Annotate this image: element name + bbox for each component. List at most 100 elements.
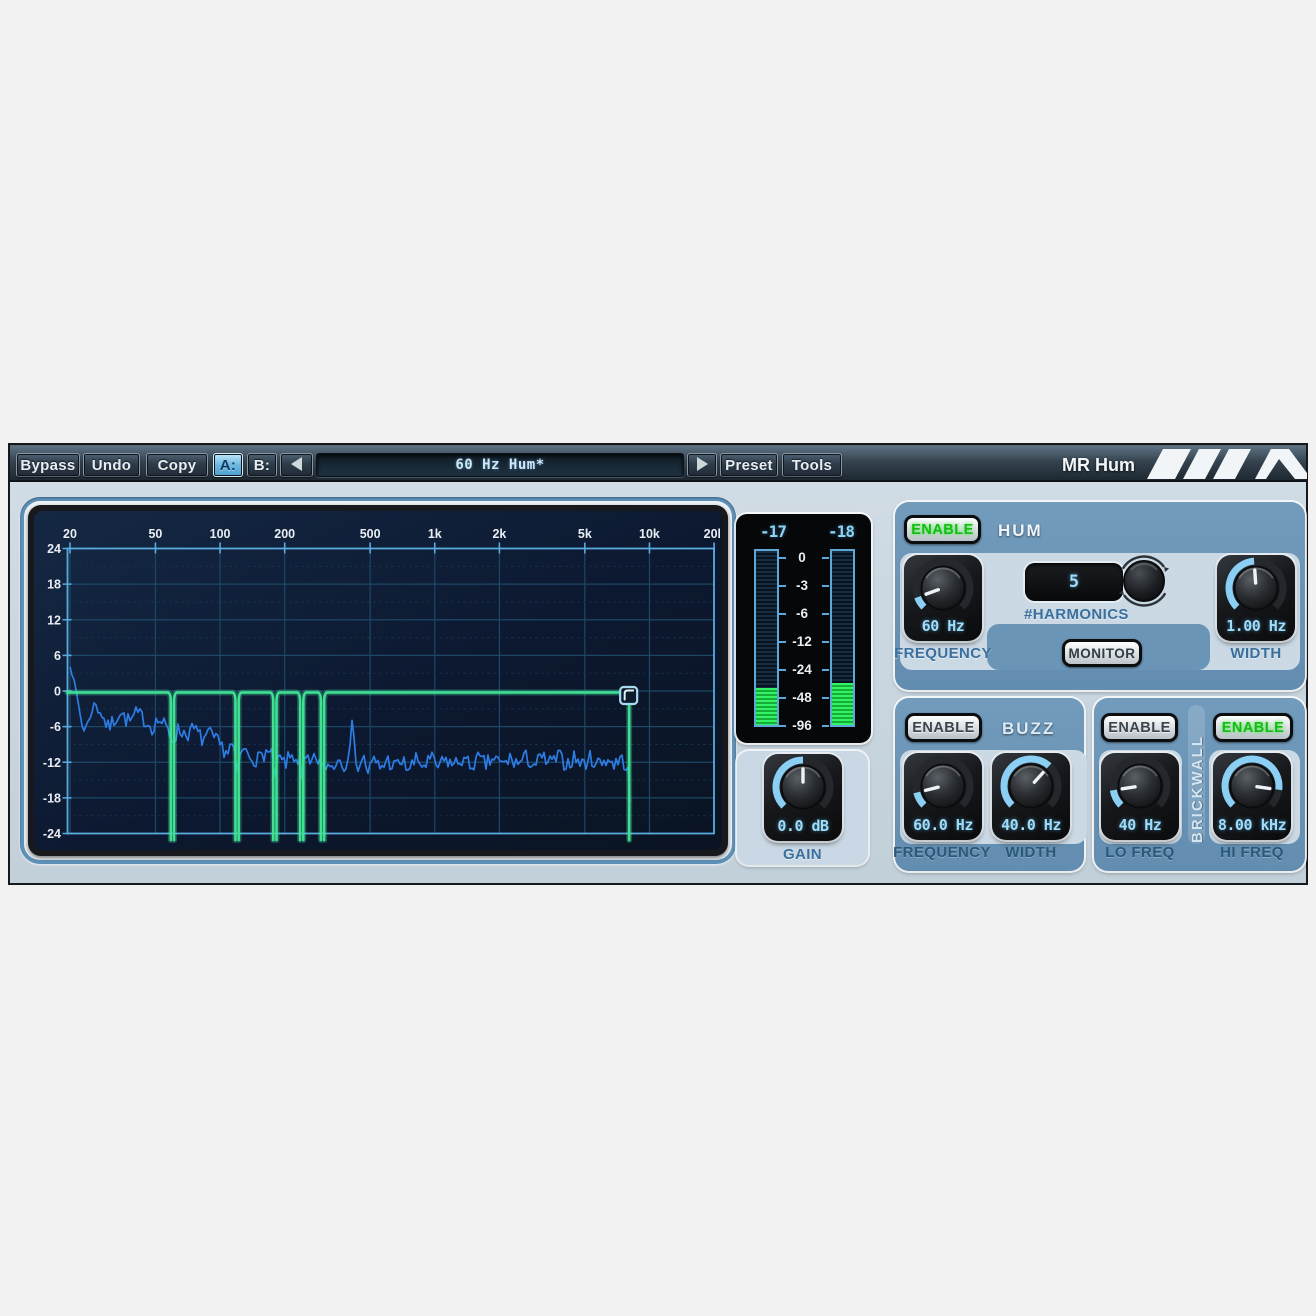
meter-tick-right [822,585,829,587]
undo-button[interactable]: Undo [83,453,140,477]
harmonics-spinner[interactable] [1116,554,1172,610]
brickwall-hi-freq-tile[interactable]: 8.00 kHz [1213,753,1291,840]
harmonics-display[interactable]: 5 [1025,563,1123,601]
brickwall-title: BRICKWALL [1189,707,1206,843]
hum-frequency-value: 60 Hz [904,617,982,635]
copy-button[interactable]: Copy [146,453,208,477]
hum-width-label: WIDTH [1206,645,1306,662]
preset-name: 60 Hz Hum* [455,457,544,473]
hum-width-knob[interactable] [1217,557,1295,615]
meter-scale-label: -3 [782,578,822,593]
meter-scale-label: -48 [782,690,822,705]
buzz-title: BUZZ [1002,719,1055,739]
meter-left [754,549,779,727]
svg-text:12: 12 [47,613,61,627]
meter-tick-right [822,697,829,699]
svg-text:18: 18 [47,578,61,592]
graph-frame: 20501002005001k2k5k10k20k24181260-6-12-1… [24,501,732,860]
hum-frequency-label: FREQUENCY [893,645,993,662]
tools-menu-button[interactable]: Tools [782,453,842,477]
hum-width-tile[interactable]: 1.00 Hz [1217,555,1295,641]
meter-scale-label: -96 [782,718,822,733]
meter-right-fill [832,683,853,725]
brickwall-lo-enable-button[interactable]: ENABLE [1101,713,1178,742]
prev-preset-button[interactable] [280,453,313,477]
buzz-enable-button[interactable]: ENABLE [905,713,982,742]
hum-width-value: 1.00 Hz [1217,617,1295,635]
bypass-button[interactable]: Bypass [16,453,80,477]
svg-text:20k: 20k [704,527,720,541]
svg-text:-12: -12 [43,756,61,770]
svg-text:200: 200 [274,527,295,541]
meter-left-fill [756,688,777,725]
svg-text:0: 0 [54,685,61,699]
graph-bezel: 20501002005001k2k5k10k20k24181260-6-12-1… [28,505,728,856]
buzz-frequency-knob[interactable] [904,755,982,813]
meter-tick-left [779,641,786,643]
ab-a-button[interactable]: A: [213,453,243,477]
svg-text:5k: 5k [578,527,592,541]
buzz-width-value: 40.0 Hz [992,816,1070,834]
meter-scale-label: 0 [782,550,822,565]
meter-tick-right [822,557,829,559]
hum-title: HUM [998,521,1043,541]
buzz-frequency-value: 60.0 Hz [904,816,982,834]
wave-arts-logo [1147,449,1307,479]
meter-tick-left [779,725,786,727]
meter-tick-right [822,725,829,727]
brickwall-hi-enable-label: ENABLE [1216,716,1290,739]
meter-tick-left [779,697,786,699]
meter-tick-right [822,669,829,671]
app-title: MR Hum [1010,453,1135,477]
gain-knob[interactable] [764,756,842,814]
buzz-enable-label: ENABLE [908,716,979,739]
gain-label: GAIN [737,846,868,863]
svg-text:-24: -24 [43,827,61,841]
brickwall-lo-enable-label: ENABLE [1104,716,1175,739]
svg-text:-6: -6 [50,720,61,734]
brickwall-lo-freq-label: LO FREQ [1090,844,1190,861]
brickwall-hi-enable-button[interactable]: ENABLE [1213,713,1293,742]
meter-tick-left [779,613,786,615]
preset-menu-button[interactable]: Preset [720,453,778,477]
meter-scale-label: -24 [782,662,822,677]
monitor-button[interactable]: MONITOR [1062,639,1142,667]
buzz-width-tile[interactable]: 40.0 Hz [992,753,1070,840]
hum-frequency-tile[interactable]: 60 Hz [904,555,982,641]
meter-value-right: -18 [811,522,871,541]
brickwall-lo-freq-knob[interactable] [1101,755,1179,813]
brickwall-lo-freq-tile[interactable]: 40 Hz [1101,753,1179,840]
brickwall-hi-freq-knob[interactable] [1213,755,1291,813]
svg-text:20: 20 [63,527,77,541]
meter-right [830,549,855,727]
spectrum-graph[interactable]: 20501002005001k2k5k10k20k24181260-6-12-1… [34,511,720,850]
graph-viewport[interactable]: 20501002005001k2k5k10k20k24181260-6-12-1… [34,511,722,850]
svg-text:2k: 2k [492,527,506,541]
hum-enable-label: ENABLE [907,518,978,541]
left-arrow-icon [291,457,302,471]
buzz-width-label: WIDTH [981,844,1081,861]
hum-frequency-knob[interactable] [904,557,982,615]
next-preset-button[interactable] [687,453,717,477]
preset-display[interactable]: 60 Hz Hum* [316,453,684,477]
buzz-frequency-tile[interactable]: 60.0 Hz [904,753,982,840]
meter-tick-left [779,669,786,671]
svg-text:1k: 1k [428,527,442,541]
svg-text:6: 6 [54,649,61,663]
ab-b-button[interactable]: B: [247,453,277,477]
buzz-frequency-label: FREQUENCY [892,844,992,861]
svg-text:50: 50 [148,527,162,541]
svg-text:10k: 10k [639,527,660,541]
svg-text:500: 500 [360,527,381,541]
right-arrow-icon [697,457,708,471]
meter-tick-right [822,613,829,615]
svg-text:100: 100 [210,527,231,541]
brickwall-handle[interactable] [620,687,637,704]
harmonics-label: #HARMONICS [1024,606,1124,623]
plugin-window: Bypass Undo Copy A: B: 60 Hz Hum* Preset… [8,443,1308,885]
gain-knob-tile[interactable]: 0.0 dB [764,754,842,841]
buzz-width-knob[interactable] [992,755,1070,813]
svg-text:-18: -18 [43,791,61,805]
hum-enable-button[interactable]: ENABLE [904,515,981,544]
toolbar: Bypass Undo Copy A: B: 60 Hz Hum* Preset… [10,445,1306,482]
